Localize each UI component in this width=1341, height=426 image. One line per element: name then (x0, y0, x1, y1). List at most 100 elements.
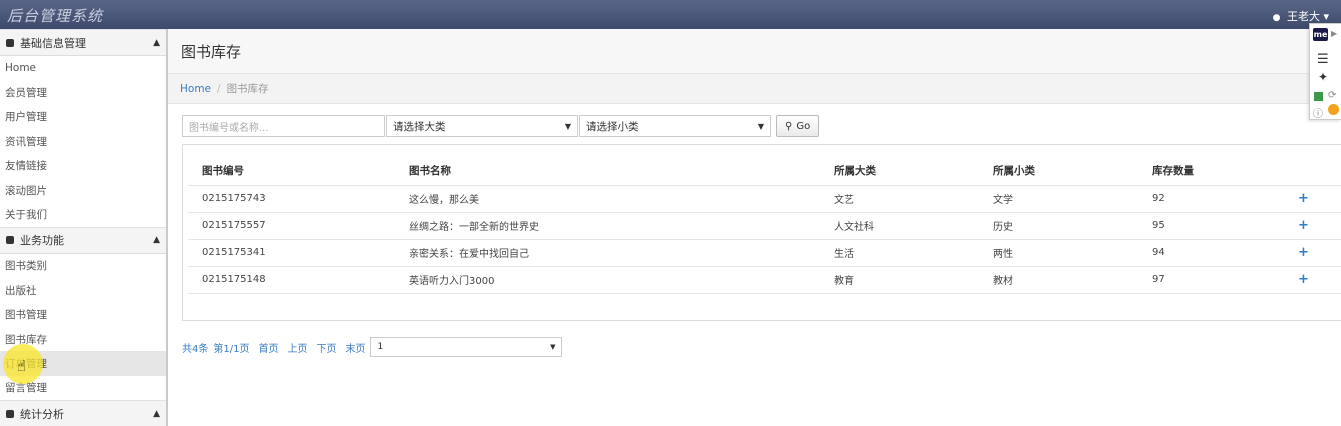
cell-id: 0215175341 (188, 239, 395, 267)
add-stock-button[interactable]: + (1298, 266, 1341, 294)
user-name: 王老大 (1286, 10, 1320, 23)
table-header-row: 图书编号 图书名称 所属大类 所属小类 库存数量 (188, 157, 1341, 186)
cell-stock: 95 (1138, 212, 1298, 240)
table-row: 0215175743 这么慢，那么美 文艺 文学 92 + (188, 185, 1341, 213)
dashboard-icon (6, 38, 14, 47)
table-row: 0215175148 英语听力入门3000 教育 教材 97 + (188, 266, 1341, 294)
cell-stock: 97 (1138, 266, 1298, 294)
chevron-up-icon: ▲ (153, 37, 160, 48)
cell-category: 人文社科 (820, 212, 979, 240)
subcategory-select-value: 请选择小类 (586, 120, 639, 133)
sidebar-item-about[interactable]: 关于我们 (0, 202, 166, 226)
chevron-up-icon: ▲ (153, 408, 160, 419)
cell-subcategory: 文学 (979, 185, 1138, 213)
sidebar-item-book-categories[interactable]: 图书类别 (0, 254, 166, 278)
cell-subcategory: 教材 (979, 266, 1138, 294)
sidebar-item-home[interactable]: Home (0, 56, 166, 80)
subcategory-select[interactable]: 请选择小类 ▼ (579, 115, 771, 137)
stock-table-panel: 图书编号 图书名称 所属大类 所属小类 库存数量 0215175743 这么慢，… (182, 144, 1341, 321)
sidebar-group-label: 业务功能 (20, 234, 64, 248)
sidebar-group-label: 统计分析 (20, 407, 64, 421)
go-button[interactable]: ⚲ Go (776, 115, 820, 137)
pager-first-link[interactable]: 首页 (258, 340, 278, 355)
sidebar-item-members[interactable]: 会员管理 (0, 80, 166, 104)
sidebar-item-books[interactable]: 图书管理 (0, 303, 166, 327)
table-row: 0215175557 丝绸之路：一部全新的世界史 人文社科 历史 95 + (188, 212, 1341, 240)
column-header: 图书编号 (188, 157, 395, 186)
search-input[interactable]: 图书编号或名称... (182, 115, 385, 137)
page-title: 图书库存 (181, 42, 242, 61)
breadcrumb: Home / 图书库存 (168, 74, 1341, 104)
chart-icon (6, 409, 14, 418)
chevron-down-icon: ▼ (757, 121, 764, 131)
breadcrumb-separator: / (217, 82, 221, 95)
cell-category: 生活 (820, 239, 979, 267)
add-stock-button[interactable]: + (1298, 212, 1341, 240)
info-icon[interactable]: ⓘ (1313, 105, 1323, 120)
page-header: 图书库存 (168, 29, 1341, 74)
add-stock-button[interactable]: + (1298, 185, 1341, 213)
page-select[interactable]: 1 ▼ (370, 337, 563, 357)
sidebar-group-label: 基础信息管理 (20, 36, 86, 50)
breadcrumb-home[interactable]: Home (180, 83, 211, 95)
cell-name: 丝绸之路：一部全新的世界史 (395, 212, 820, 240)
cell-name: 英语听力入门3000 (395, 266, 820, 294)
sidebar-item-publishers[interactable]: 出版社 (0, 278, 166, 302)
sidebar-group-business[interactable]: 业务功能 ▲ (0, 226, 166, 254)
chevron-down-icon: ▾ (1323, 10, 1329, 23)
cell-name: 这么慢，那么美 (395, 185, 820, 213)
sidebar-item-news[interactable]: 资讯管理 (0, 129, 166, 153)
top-bar: 后台管理系统 ● 王老大 ▾ (0, 0, 1341, 29)
table-row: 0215175341 亲密关系：在爱中找回自己 生活 两性 94 + (188, 239, 1341, 267)
pager-prev-link[interactable]: 上页 (287, 340, 307, 355)
pager-next-link[interactable]: 下页 (316, 340, 336, 355)
cell-category: 教育 (820, 266, 979, 294)
category-select-value: 请选择大类 (393, 120, 446, 133)
cell-name: 亲密关系：在爱中找回自己 (395, 239, 820, 267)
search-icon: ⚲ (785, 120, 793, 132)
column-header: 库存数量 (1138, 157, 1298, 186)
pager-page-info: 第1/1页 (213, 343, 250, 355)
sidebar-group-stats[interactable]: 统计分析 ▲ (0, 400, 166, 426)
sidebar-item-links[interactable]: 友情链接 (0, 154, 166, 178)
stock-table: 图书编号 图书名称 所属大类 所属小类 库存数量 0215175743 这么慢，… (188, 157, 1341, 294)
cell-subcategory: 两性 (979, 239, 1138, 267)
cell-subcategory: 历史 (979, 212, 1138, 240)
refresh-icon[interactable]: ⟳ (1328, 90, 1336, 101)
extension-logo[interactable]: me (1313, 28, 1328, 41)
breadcrumb-current: 图书库存 (226, 83, 269, 95)
filter-bar: 图书编号或名称... 请选择大类 ▼ 请选择小类 ▼ ⚲ Go (182, 115, 820, 137)
briefcase-icon (6, 236, 14, 245)
eye-icon[interactable] (1328, 104, 1339, 115)
pager-total: 共4条 (182, 343, 209, 355)
chevron-down-icon: ▼ (564, 121, 571, 131)
column-header: 所属小类 (979, 157, 1138, 186)
pagination: 共4条 第1/1页 首页 上页 下页 末页 1 ▼ (182, 337, 563, 357)
browser-extension-widget: me ▶ ☰ ✦ ⟳ ⓘ (1309, 23, 1341, 120)
column-header: 图书名称 (395, 157, 820, 186)
add-stock-button[interactable]: + (1298, 239, 1341, 267)
brand-title: 后台管理系统 (7, 7, 104, 25)
cell-id: 0215175743 (188, 185, 395, 213)
chevron-down-icon: ▼ (550, 343, 556, 351)
cell-id: 0215175148 (188, 266, 395, 294)
sidebar-item-users[interactable]: 用户管理 (0, 105, 166, 129)
column-header: 所属大类 (820, 157, 979, 186)
column-header-action (1298, 157, 1341, 186)
cell-category: 文艺 (820, 185, 979, 213)
go-button-label: Go (796, 120, 811, 132)
screenshot-icon[interactable] (1314, 92, 1323, 101)
main-content: 图书库存 Home / 图书库存 图书编号或名称... 请选择大类 ▼ 请选择小… (168, 29, 1341, 426)
hand-cursor-icon: ☝ (17, 357, 27, 375)
cell-id: 0215175557 (188, 212, 395, 240)
category-select[interactable]: 请选择大类 ▼ (386, 115, 578, 137)
menu-icon[interactable]: ☰ (1317, 52, 1329, 67)
magic-wand-icon[interactable]: ✦ (1318, 70, 1328, 84)
sidebar-item-slider[interactable]: 滚动图片 (0, 178, 166, 202)
user-icon: ● (1272, 13, 1281, 23)
user-menu[interactable]: ● 王老大 ▾ (1273, 8, 1329, 24)
pager-last-link[interactable]: 末页 (345, 340, 365, 355)
sidebar-group-basic[interactable]: 基础信息管理 ▲ (0, 29, 166, 56)
expand-arrow-icon[interactable]: ▶ (1331, 29, 1337, 38)
chevron-up-icon: ▲ (153, 235, 160, 246)
